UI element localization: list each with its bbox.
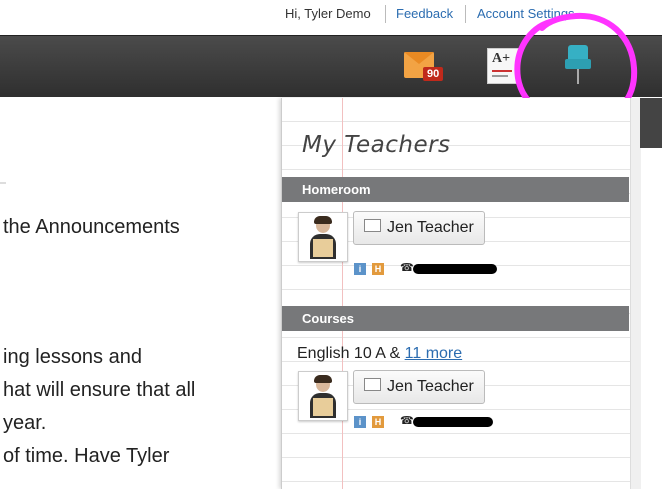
- phone-icon: ☎: [400, 415, 414, 427]
- homework-icon[interactable]: H: [372, 416, 384, 428]
- redacted-phone-number: [413, 417, 493, 427]
- content-text-line: ing lessons and: [3, 346, 142, 368]
- contact-card-icon: [364, 378, 381, 392]
- avatar-document: [313, 239, 333, 257]
- teacher-name: Jen Teacher: [387, 219, 474, 236]
- homeroom-header: Homeroom: [282, 177, 629, 202]
- grade-line: [492, 70, 512, 72]
- messages-button[interactable]: 90: [404, 48, 444, 82]
- avatar-hair: [314, 216, 332, 224]
- main-content: the Announcements ing lessons and hat wi…: [0, 98, 282, 489]
- scrollbar-track[interactable]: [630, 98, 641, 489]
- course-teacher-button[interactable]: Jen Teacher: [353, 370, 485, 404]
- message-count-badge: 90: [423, 67, 444, 81]
- avatar-hair: [314, 375, 332, 383]
- user-greeting: Hi, Tyler Demo: [285, 6, 371, 21]
- teacher-avatar[interactable]: [298, 371, 348, 421]
- course-name: English 10 A &: [297, 345, 405, 362]
- divider: [385, 5, 386, 23]
- toolbar-edge: [640, 98, 662, 148]
- info-icon[interactable]: i: [354, 416, 366, 428]
- contact-card-icon: [364, 219, 381, 233]
- teacher-name: Jen Teacher: [387, 378, 474, 395]
- divider: [0, 182, 6, 184]
- homeroom-teacher-button[interactable]: Jen Teacher: [353, 211, 485, 245]
- content-text-line: the Announcements: [3, 216, 180, 238]
- content-text-line: hat will ensure that all: [3, 379, 196, 401]
- info-icon[interactable]: i: [354, 263, 366, 275]
- course-list: English 10 A & 11 more: [297, 345, 462, 363]
- content-text-line: of time. Have Tyler: [3, 445, 170, 467]
- panel-scrollbar[interactable]: [630, 98, 662, 489]
- phone-icon: ☎: [400, 262, 414, 274]
- homework-icon[interactable]: H: [372, 263, 384, 275]
- divider: [465, 5, 466, 23]
- feedback-link[interactable]: Feedback: [396, 6, 453, 21]
- avatar-document: [313, 398, 333, 416]
- grade-line: [492, 75, 508, 77]
- courses-header: Courses: [282, 306, 629, 331]
- panel-title: My Teachers: [302, 132, 451, 158]
- redacted-phone-number: [413, 264, 497, 274]
- more-courses-link[interactable]: 11 more: [405, 345, 463, 362]
- content-text-line: year.: [3, 412, 47, 434]
- my-teachers-panel: My Teachers Homeroom Jen Teacher i H ☎ C…: [281, 98, 631, 489]
- grade-text: A+: [492, 51, 511, 66]
- teacher-avatar[interactable]: [298, 212, 348, 262]
